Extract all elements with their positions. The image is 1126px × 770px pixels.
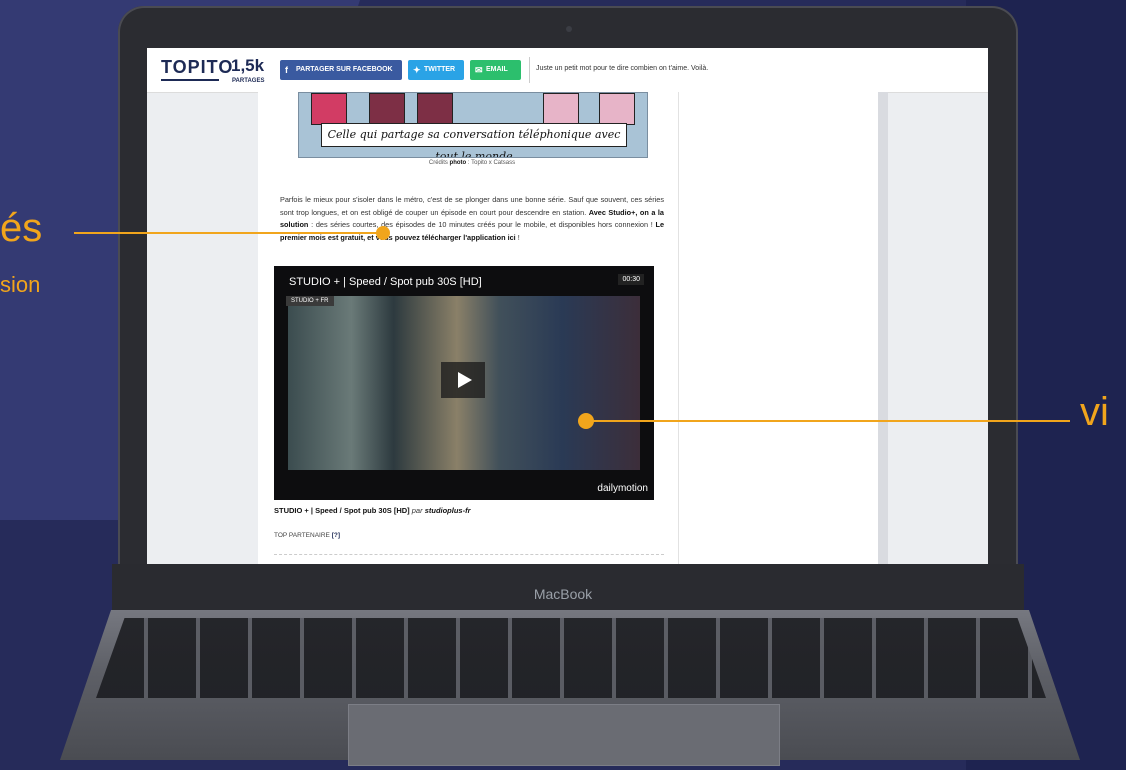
laptop-screen: TOPITO 1,5k PARTAGES f PARTAGER SUR FACE… — [147, 48, 988, 568]
comic-image: Celle qui partage sa conversation téléph… — [298, 92, 648, 158]
trackpad — [348, 704, 780, 766]
comic-figure — [599, 93, 635, 125]
comic-figure — [543, 93, 579, 125]
video-caption-author[interactable]: studioplus-fr — [425, 506, 471, 515]
credit-prefix: Crédits — [428, 160, 448, 166]
sidebar-column — [678, 92, 879, 568]
site-header: TOPITO 1,5k PARTAGES f PARTAGER SUR FACE… — [147, 48, 988, 93]
facebook-icon: f — [285, 65, 288, 75]
image-credit: Crédits photo : Topito x Catsass — [298, 160, 646, 166]
play-icon[interactable] — [441, 362, 485, 398]
video-caption: STUDIO + | Speed / Spot pub 30S [HD] par… — [274, 506, 471, 515]
header-tagline: Juste un petit mot pour te dire combien … — [536, 65, 709, 72]
video-caption-par: par — [411, 506, 423, 515]
annotation-left-sub: sion — [0, 272, 41, 297]
annotation-line-right — [590, 420, 1070, 422]
annotation-dot-left — [376, 226, 390, 240]
video-title[interactable]: STUDIO + | Speed / Spot pub 30S [HD] — [289, 276, 482, 288]
dailymotion-logo[interactable]: dailymotion — [597, 483, 648, 494]
webcam-icon — [566, 26, 572, 32]
partner-info-link[interactable]: [?] — [332, 532, 340, 539]
video-caption-title[interactable]: STUDIO + | Speed / Spot pub 30S [HD] — [274, 506, 410, 515]
logo-underline — [161, 79, 219, 81]
partner-label: TOP PARTENAIRE [?] — [274, 532, 340, 539]
twitter-share-button[interactable]: ✦ TWITTER — [408, 60, 464, 80]
comic-figure — [417, 93, 453, 125]
facebook-share-button[interactable]: f PARTAGER SUR FACEBOOK — [280, 60, 402, 80]
keyboard — [96, 618, 1046, 698]
email-share-label: EMAIL — [486, 66, 508, 73]
page-gutter — [878, 92, 888, 568]
video-channel-badge[interactable]: STUDIO + FR — [286, 296, 334, 306]
email-icon: ✉ — [475, 65, 483, 75]
share-count: 1,5k — [231, 56, 265, 75]
paragraph-text-3: ! — [517, 232, 520, 242]
share-count-label: PARTAGES — [232, 78, 265, 84]
facebook-share-label: PARTAGER SUR FACEBOOK — [296, 66, 393, 73]
paragraph-text-2: : des séries courtes, des épisodes de 10… — [311, 220, 653, 229]
twitter-share-label: TWITTER — [424, 66, 456, 73]
annotation-dot-right — [578, 413, 594, 429]
site-logo[interactable]: TOPITO — [161, 57, 233, 78]
video-player[interactable]: STUDIO + | Speed / Spot pub 30S [HD] 00:… — [274, 266, 654, 500]
partner-text: TOP PARTENAIRE — [274, 532, 330, 539]
article-paragraph: Parfois le mieux pour s'isoler dans le m… — [280, 194, 664, 244]
credit-suffix: : Topito x Catsass — [467, 160, 516, 166]
annotation-right-word: vi — [1080, 390, 1109, 434]
header-divider — [529, 57, 530, 83]
comic-figure — [311, 93, 347, 125]
section-divider — [274, 554, 664, 555]
video-duration: 00:30 — [618, 274, 644, 285]
annotation-left-word: és — [0, 206, 43, 250]
credit-bold: photo — [449, 160, 467, 166]
annotation-line-left — [74, 232, 384, 234]
laptop-brand-label: MacBook — [533, 586, 593, 602]
twitter-icon: ✦ — [413, 65, 421, 75]
email-share-button[interactable]: ✉ EMAIL — [470, 60, 521, 80]
comic-caption: Celle qui partage sa conversation téléph… — [321, 123, 627, 157]
comic-figure — [369, 93, 405, 125]
